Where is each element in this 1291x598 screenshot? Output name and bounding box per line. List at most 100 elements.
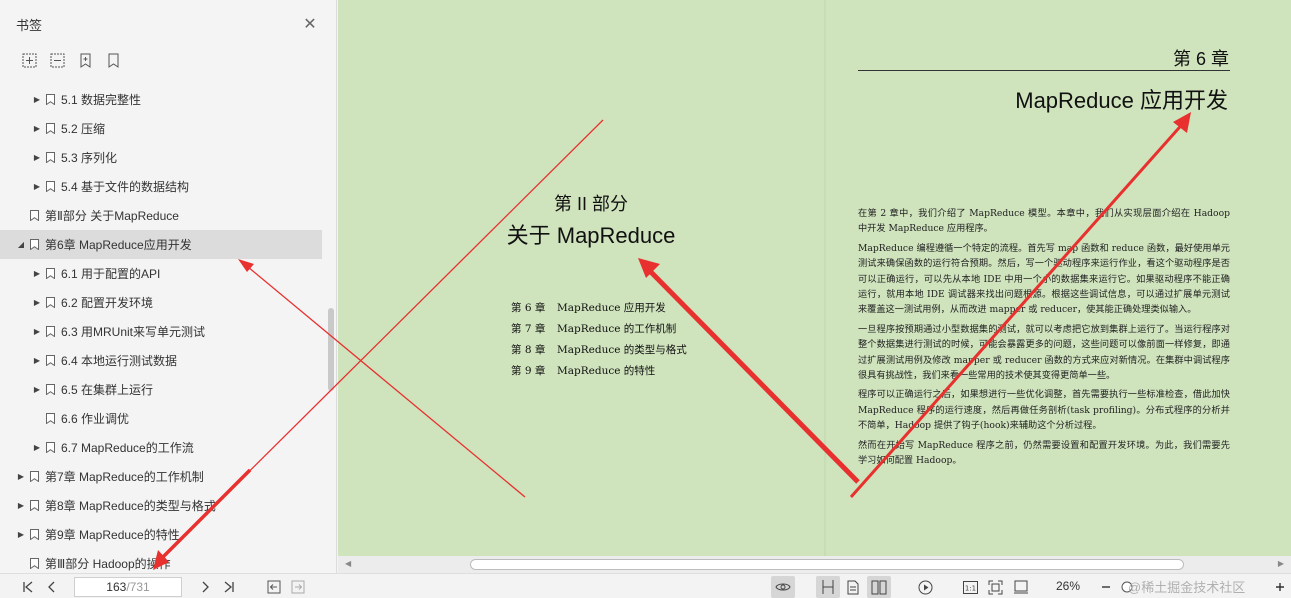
- sidebar-item-label: 6.2 配置开发环境: [61, 296, 154, 310]
- expand-caret-icon[interactable]: ▶: [32, 356, 42, 366]
- sidebar-item-label: 6.3 用MRUnit来写单元测试: [61, 325, 206, 339]
- sidebar-item-label: 第9章 MapReduce的特性: [45, 528, 180, 542]
- eye-protect-icon[interactable]: [771, 576, 795, 598]
- horizontal-scrollbar[interactable]: ◀ ▶: [338, 556, 1291, 573]
- bookmark-icon: [46, 181, 55, 192]
- first-page-icon[interactable]: [20, 576, 36, 598]
- sidebar-item[interactable]: ▶ 5.3 序列化: [0, 143, 326, 172]
- sidebar-item[interactable]: ▶ 6.7 MapReduce的工作流: [0, 433, 326, 462]
- toc-row: 第 9 章 MapReduce 的特性: [511, 363, 687, 384]
- expand-caret-icon[interactable]: ▶: [32, 298, 42, 308]
- single-page-icon[interactable]: [843, 576, 863, 598]
- expand-caret-icon[interactable]: ▶: [32, 153, 42, 163]
- expand-caret-icon[interactable]: ▶: [32, 327, 42, 337]
- sidebar-item[interactable]: ▶ 6.2 配置开发环境: [0, 288, 326, 317]
- expand-caret-icon[interactable]: ▶: [16, 530, 26, 540]
- sidebar-item-label: 第Ⅱ部分 关于MapReduce: [45, 209, 179, 223]
- body-paragraph: 然而在开始写 MapReduce 程序之前，仍然需要设置和配置开发环境。为此，我…: [858, 439, 1230, 467]
- sidebar-item[interactable]: ▶ 6.1 用于配置的API: [0, 259, 326, 288]
- sidebar-item[interactable]: ▶ 第8章 MapReduce的类型与格式: [0, 491, 326, 520]
- bookmark-icon: [46, 413, 55, 424]
- sidebar-scrollbar[interactable]: [328, 308, 334, 391]
- bookmark-icon: [46, 123, 55, 134]
- sidebar-item[interactable]: ▶ 5.2 压缩: [0, 114, 326, 143]
- watermark: @稀土掘金技术社区: [1128, 580, 1246, 595]
- sidebar-item[interactable]: ▶ 6.4 本地运行测试数据: [0, 346, 326, 375]
- zoom-in-icon[interactable]: [1273, 576, 1287, 598]
- forward-icon[interactable]: [289, 576, 307, 598]
- expand-caret-icon[interactable]: ▶: [32, 443, 42, 453]
- svg-text:1:1: 1:1: [964, 584, 975, 592]
- expand-caret-icon[interactable]: ▶: [16, 501, 26, 511]
- bookmark-sidebar: 书签 ✕ ▶ 5.1 数据完整性 ▶ 5.2 压缩 ▶ 5.3 序列化 ▶ 5.4 基于文件的…: [0, 0, 337, 573]
- sidebar-item-label: 5.4 基于文件的数据结构: [61, 180, 190, 194]
- collapse-caret-icon[interactable]: ◢: [16, 240, 26, 250]
- sidebar-item[interactable]: ▶ 第7章 MapReduce的工作机制: [0, 462, 326, 491]
- page-number-input[interactable]: 163/731: [74, 577, 182, 597]
- sidebar-item-label: 第8章 MapReduce的类型与格式: [45, 499, 216, 513]
- next-page-icon[interactable]: [197, 576, 213, 598]
- toc-title: MapReduce 应用开发: [557, 302, 666, 314]
- sidebar-item-label: 5.1 数据完整性: [61, 93, 142, 107]
- sidebar-item[interactable]: ▶ 第9章 MapReduce的特性: [0, 520, 326, 549]
- left-page: 第 II 部分 关于 MapReduce 第 6 章 MapReduce 应用开发…: [338, 0, 824, 556]
- bookmark-icon[interactable]: [104, 51, 123, 70]
- sidebar-title: 书签: [16, 17, 43, 33]
- expand-all-icon[interactable]: [20, 51, 39, 70]
- fit-page-icon[interactable]: [985, 576, 1005, 598]
- close-icon[interactable]: ✕: [300, 14, 320, 34]
- fit-width-icon[interactable]: [1011, 576, 1031, 598]
- sidebar-item[interactable]: ▶ 5.4 基于文件的数据结构: [0, 172, 326, 201]
- toc-title: MapReduce 的工作机制: [557, 323, 677, 335]
- toc-number: 第 6 章: [511, 302, 546, 314]
- continuous-view-icon[interactable]: [816, 576, 840, 598]
- sidebar-item[interactable]: 6.6 作业调优: [0, 404, 326, 433]
- sidebar-item-label: 5.2 压缩: [61, 122, 106, 136]
- expand-caret-icon[interactable]: ▶: [32, 269, 42, 279]
- current-page: 163: [106, 580, 127, 594]
- bookmark-icon: [30, 471, 39, 482]
- bookmark-icon: [30, 558, 39, 569]
- actual-size-icon[interactable]: 1:1: [960, 576, 980, 598]
- bookmark-icon: [46, 297, 55, 308]
- collapse-all-icon[interactable]: [48, 51, 67, 70]
- play-icon[interactable]: [915, 576, 935, 598]
- bookmark-icon: [30, 529, 39, 540]
- scroll-right-icon[interactable]: ▶: [1278, 559, 1284, 568]
- sidebar-item-label: 6.6 作业调优: [61, 412, 130, 426]
- scrollbar-thumb[interactable]: [470, 559, 1184, 570]
- zoom-out-icon[interactable]: [1098, 576, 1114, 598]
- chapter-number: 第 6 章: [1172, 49, 1229, 69]
- bookmark-icon: [46, 152, 55, 163]
- sidebar-item[interactable]: ▶ 6.5 在集群上运行: [0, 375, 326, 404]
- bookmark-icon: [46, 94, 55, 105]
- document-view: 第 II 部分 关于 MapReduce 第 6 章 MapReduce 应用开发…: [338, 0, 1291, 556]
- sidebar-item[interactable]: ◢ 第6章 MapReduce应用开发: [0, 230, 322, 259]
- last-page-icon[interactable]: [221, 576, 237, 598]
- toc-number: 第 7 章: [511, 323, 546, 335]
- toc-number: 第 8 章: [511, 344, 546, 356]
- expand-caret-icon[interactable]: ▶: [32, 182, 42, 192]
- expand-caret-icon[interactable]: ▶: [32, 124, 42, 134]
- sidebar-item[interactable]: 第Ⅱ部分 关于MapReduce: [0, 201, 326, 230]
- part-title: 关于 MapReduce: [506, 223, 676, 248]
- two-page-icon[interactable]: [867, 576, 891, 598]
- bookmark-icon: [46, 384, 55, 395]
- chapter-title: MapReduce 应用开发: [1015, 88, 1228, 113]
- scroll-left-icon[interactable]: ◀: [345, 559, 351, 568]
- prev-page-icon[interactable]: [44, 576, 60, 598]
- sidebar-toolbar: [0, 48, 336, 72]
- zoom-level[interactable]: 26%: [1056, 579, 1080, 593]
- bookmark-tree: ▶ 5.1 数据完整性 ▶ 5.2 压缩 ▶ 5.3 序列化 ▶ 5.4 基于文件的数据结构第…: [0, 85, 326, 578]
- body-paragraph: 程序可以正确运行之后，如果想进行一些优化调整，首先需要执行一些标准检查，借此加快…: [858, 389, 1230, 432]
- total-pages: /731: [126, 580, 150, 594]
- add-bookmark-icon[interactable]: [76, 51, 95, 70]
- expand-caret-icon[interactable]: ▶: [32, 95, 42, 105]
- body-paragraph: MapReduce 编程遵循一个特定的流程。首先写 map 函数和 reduce…: [858, 242, 1230, 316]
- sidebar-item[interactable]: ▶ 6.3 用MRUnit来写单元测试: [0, 317, 326, 346]
- expand-caret-icon[interactable]: ▶: [32, 385, 42, 395]
- expand-caret-icon[interactable]: ▶: [16, 472, 26, 482]
- sidebar-item[interactable]: ▶ 5.1 数据完整性: [0, 85, 326, 114]
- back-icon[interactable]: [265, 576, 283, 598]
- sidebar-item-label: 第6章 MapReduce应用开发: [45, 238, 192, 252]
